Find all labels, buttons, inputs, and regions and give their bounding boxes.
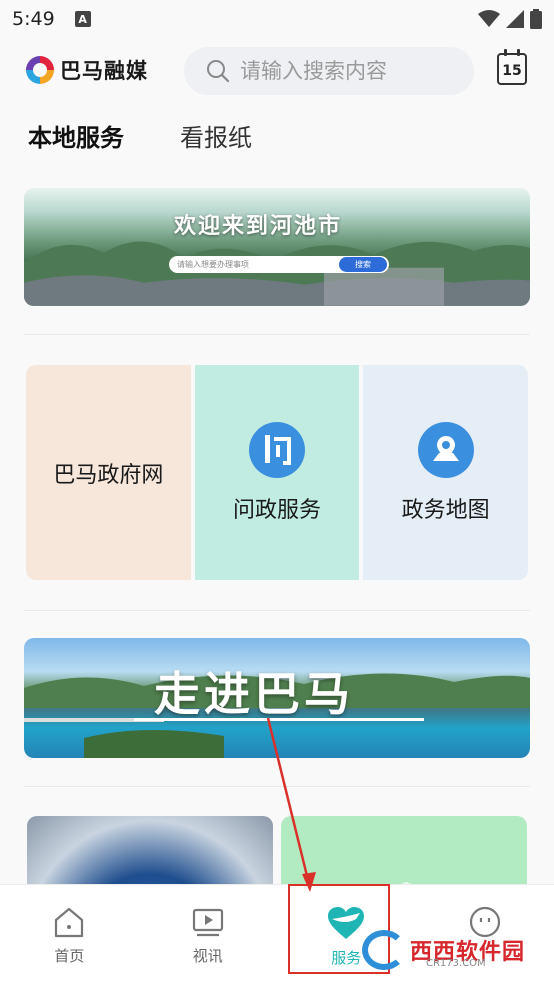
services-grid: 巴马政府网 问政服务 政务地图: [26, 365, 528, 580]
hechi-welcome-banner[interactable]: 欢迎来到河池市 请输入想要办理事项 搜索: [24, 188, 530, 306]
section-divider: [24, 334, 530, 335]
tab-local-services[interactable]: 本地服务: [28, 118, 124, 153]
banner-bottom-title: 走进巴马: [154, 667, 354, 721]
title-underline: [134, 718, 424, 721]
app-logo: 巴马融媒: [26, 55, 148, 85]
service-label: 巴马政府网: [53, 462, 164, 488]
search-icon: [207, 60, 230, 83]
banner-search-field[interactable]: 请输入想要办理事项 搜索: [169, 256, 389, 273]
nav-label: 首页: [54, 947, 85, 965]
home-icon: [55, 907, 84, 938]
map-pin-icon: [417, 421, 474, 478]
banner-top-title: 欢迎来到河池市: [174, 214, 343, 239]
battery-icon: [530, 9, 542, 29]
watermark-c-icon: [362, 930, 406, 970]
service-gov-map[interactable]: 政务地图: [363, 365, 528, 580]
status-time: 5:49: [12, 8, 55, 30]
watermark-logo: 西西软件园 CR173.COM: [362, 930, 525, 970]
calendar-day: 15: [502, 63, 522, 79]
category-tabs: 本地服务 看报纸: [28, 118, 252, 153]
search-input[interactable]: [240, 59, 470, 83]
section-divider: [24, 610, 530, 611]
nav-label: 视讯: [192, 947, 223, 965]
banner-search-placeholder: 请输入想要办理事项: [177, 260, 249, 269]
section-divider: [24, 786, 530, 787]
wifi-icon: [478, 10, 500, 27]
notification-icon: A: [74, 11, 91, 27]
watermark-sub: CR173.COM: [426, 958, 486, 969]
service-ask-gov[interactable]: 问政服务: [194, 365, 360, 580]
ask-gov-icon: [249, 421, 305, 478]
enter-bama-banner[interactable]: 走进巴马: [24, 638, 530, 758]
tab-newspaper[interactable]: 看报纸: [180, 118, 252, 153]
logo-mark-icon: [26, 56, 54, 84]
calendar-icon[interactable]: 15: [497, 49, 527, 85]
banner-search-button[interactable]: 搜索: [339, 257, 387, 272]
nav-home[interactable]: 首页: [0, 885, 139, 984]
video-icon: [192, 908, 223, 937]
status-right: [478, 9, 542, 29]
search-bar[interactable]: [184, 47, 474, 95]
service-bama-gov[interactable]: 巴马政府网: [26, 365, 191, 580]
service-label: 政务地图: [401, 497, 490, 523]
app-header: 巴马融媒 15: [0, 42, 554, 100]
service-label: 问政服务: [233, 497, 322, 523]
signal-icon: [506, 10, 524, 28]
nav-video[interactable]: 视讯: [139, 885, 278, 984]
app-name: 巴马融媒: [60, 59, 148, 83]
status-bar: 5:49 A: [0, 0, 554, 38]
